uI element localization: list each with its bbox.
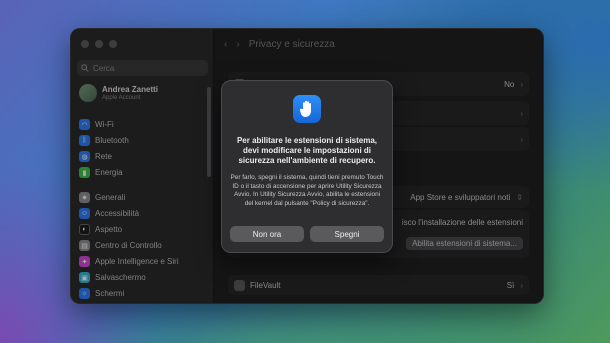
shut-down-button[interactable]: Spegni bbox=[310, 226, 384, 242]
dialog-buttons: Non ora Spegni bbox=[230, 226, 384, 242]
not-now-button[interactable]: Non ora bbox=[230, 226, 304, 242]
dialog-title: Per abilitare le estensioni di sistema, … bbox=[236, 136, 378, 165]
alert-dialog: Per abilitare le estensioni di sistema, … bbox=[221, 80, 393, 253]
hand-raised-icon bbox=[293, 95, 321, 123]
dialog-message: Per farlo, spegni il sistema, quindi tie… bbox=[230, 174, 384, 207]
